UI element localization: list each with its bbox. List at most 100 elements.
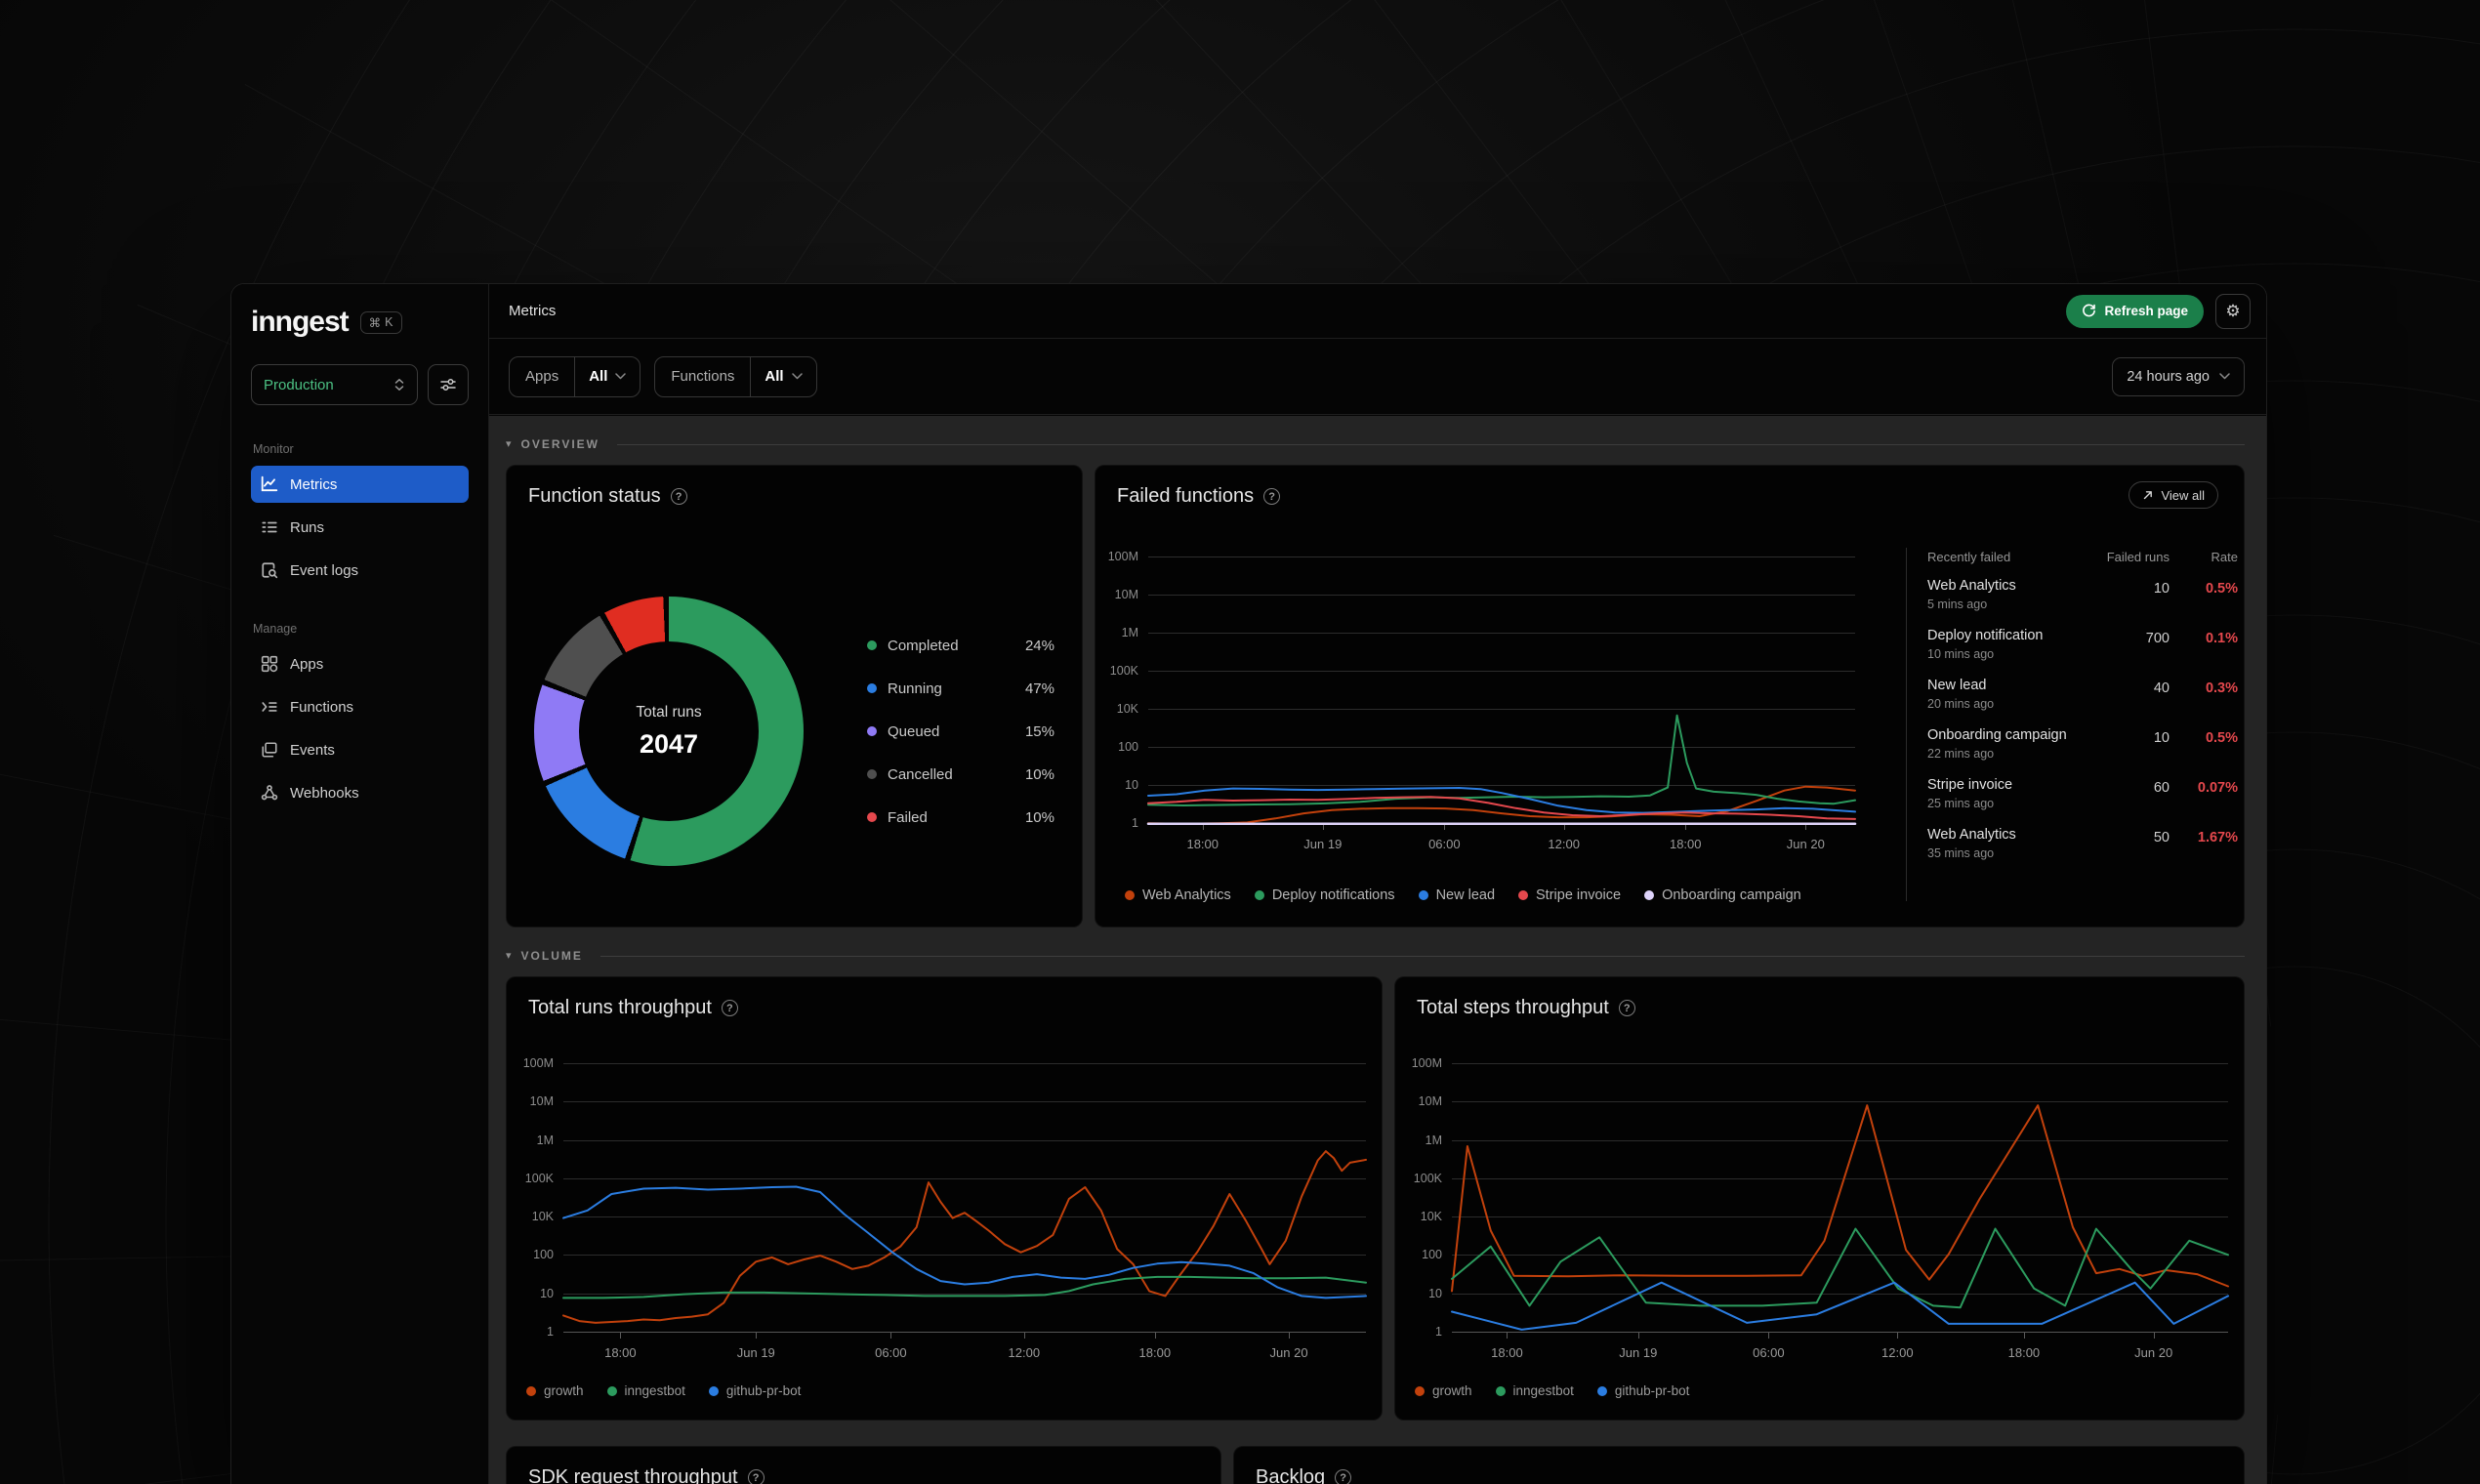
legend-label: Onboarding campaign xyxy=(1662,887,1801,903)
y-axis-label: 100K xyxy=(1109,664,1138,678)
help-icon[interactable]: ? xyxy=(1263,488,1281,505)
cancelled-dot xyxy=(867,769,877,779)
x-axis-label: 18:00 xyxy=(1186,837,1219,851)
help-icon[interactable]: ? xyxy=(670,488,687,505)
legend-item-github-pr-bot[interactable]: github-pr-bot xyxy=(1596,1383,1690,1398)
help-icon[interactable]: ? xyxy=(721,1000,738,1016)
series-growth xyxy=(1451,1104,2229,1293)
x-axis-label: 18:00 xyxy=(604,1345,637,1360)
nav-section-monitor: Monitor xyxy=(253,442,294,456)
table-row[interactable]: Deploy notification 10 mins ago 700 0.1% xyxy=(1927,628,2238,661)
apps-grid-icon xyxy=(261,655,278,673)
sidebar-item-label: Metrics xyxy=(290,475,338,493)
section-rule xyxy=(617,443,2245,445)
y-axis-label: 10 xyxy=(1428,1287,1442,1300)
up-down-chevrons-icon xyxy=(394,379,404,391)
external-arrow-icon xyxy=(2144,491,2153,500)
y-axis-label: 100M xyxy=(1107,550,1138,563)
card-title: SDK request throughput xyxy=(528,1466,738,1484)
legend-item-Onboarding campaign[interactable]: Onboarding campaign xyxy=(1644,887,1801,903)
x-axis-label: 18:00 xyxy=(1491,1345,1523,1360)
sidebar-item-metrics[interactable]: Metrics xyxy=(251,466,469,503)
failed-functions-chart[interactable]: 100M 10M 1M 100K 10K 100 10 1 18:00 Jun 19 06:00 12… xyxy=(1108,550,1857,851)
command-k-shortcut[interactable]: ⌘ K xyxy=(359,310,402,334)
x-axis-tick xyxy=(620,1333,622,1339)
table-row[interactable]: Stripe invoice 25 mins ago 60 0.07% xyxy=(1927,777,2238,810)
legend-item-Stripe invoice[interactable]: Stripe invoice xyxy=(1518,887,1621,903)
function-status-card: Function status ? Total runs 2047 Comple… xyxy=(506,465,1083,928)
y-axis-label: 100M xyxy=(522,1056,554,1070)
legend-item-growth[interactable]: growth xyxy=(526,1383,584,1398)
refresh-icon xyxy=(2083,304,2096,317)
functions-filter-value: All xyxy=(765,368,784,385)
view-all-button[interactable]: View all xyxy=(2129,481,2218,509)
x-axis-label: Jun 20 xyxy=(1269,1345,1308,1360)
completed-dot xyxy=(867,640,877,650)
sidebar-item-webhooks[interactable]: Webhooks xyxy=(251,774,469,811)
help-icon[interactable]: ? xyxy=(747,1469,765,1484)
sidebar-item-runs[interactable]: Runs xyxy=(251,509,469,546)
sidebar-item-events[interactable]: Events xyxy=(251,731,469,768)
table-row[interactable]: Web Analytics 35 mins ago 50 1.67% xyxy=(1927,827,2238,860)
sidebar-item-functions[interactable]: Functions xyxy=(251,688,469,725)
failed-dot xyxy=(867,812,877,822)
apps-filter-value: All xyxy=(589,368,608,385)
sidebar-item-event-logs[interactable]: Event logs xyxy=(251,552,469,589)
table-row[interactable]: New lead 20 mins ago 40 0.3% xyxy=(1927,678,2238,711)
legend-label: github-pr-bot xyxy=(1614,1383,1690,1398)
workspace-select[interactable]: Production xyxy=(251,364,418,405)
y-axis-label: 100K xyxy=(1413,1172,1442,1185)
section-title: VOLUME xyxy=(520,949,583,963)
apps-filter[interactable]: Apps All xyxy=(509,355,641,397)
x-axis-label: Jun 20 xyxy=(1786,837,1825,851)
legend-item-Deploy notifications[interactable]: Deploy notifications xyxy=(1254,887,1395,903)
time-range-select[interactable]: 24 hours ago xyxy=(2112,356,2245,396)
card-title: Backlog xyxy=(1256,1466,1326,1484)
settings-button[interactable]: ⚙ xyxy=(2215,293,2251,329)
legend-item-Web Analytics[interactable]: Web Analytics xyxy=(1125,887,1231,903)
failed-functions-card: Failed functions ? View all 100M 10M 1M 100… xyxy=(1095,465,2245,928)
legend-item-inngestbot[interactable]: inngestbot xyxy=(1495,1383,1574,1398)
table-row[interactable]: Onboarding campaign 22 mins ago 10 0.5% xyxy=(1927,727,2238,761)
running-dot xyxy=(867,683,877,693)
sdk-request-throughput-card: SDK request throughput ? xyxy=(506,1446,1221,1484)
legend-label: Stripe invoice xyxy=(1536,887,1622,903)
legend-item-github-pr-bot[interactable]: github-pr-bot xyxy=(708,1383,801,1398)
help-icon[interactable]: ? xyxy=(1618,1000,1635,1016)
total-steps-chart[interactable]: 100M 10M 1M 100K 10K 100 10 1 18:00 Jun 19 06:00 12… xyxy=(1412,1056,2229,1360)
collapse-chevron-icon[interactable]: ▾ xyxy=(506,950,512,962)
y-axis-label: 10K xyxy=(1420,1210,1442,1223)
legend-item-inngestbot[interactable]: inngestbot xyxy=(606,1383,685,1398)
functions-filter[interactable]: Functions All xyxy=(654,355,817,397)
x-axis-tick xyxy=(1289,1333,1291,1339)
legend-dot xyxy=(1495,1385,1506,1396)
x-axis-tick xyxy=(1637,1333,1639,1339)
sidebar-item-apps[interactable]: Apps xyxy=(251,645,469,682)
x-axis-label: 12:00 xyxy=(1548,837,1580,851)
help-icon[interactable]: ? xyxy=(1335,1469,1352,1484)
legend-item-New lead[interactable]: New lead xyxy=(1418,887,1495,903)
line-chart-icon xyxy=(261,475,278,492)
series-inngestbot xyxy=(562,1275,1367,1299)
collapse-chevron-icon[interactable]: ▾ xyxy=(506,438,512,450)
legend-label: Deploy notifications xyxy=(1271,887,1395,903)
y-axis-label: 100K xyxy=(524,1172,554,1185)
legend-dot xyxy=(1254,890,1264,900)
webhook-icon xyxy=(261,785,278,801)
workspace-value: Production xyxy=(264,376,334,393)
sliders-icon xyxy=(440,379,456,391)
legend-label: inngestbot xyxy=(1512,1383,1574,1398)
refresh-page-button[interactable]: Refresh page xyxy=(2066,294,2204,328)
total_steps-series-svg xyxy=(1451,1104,2229,1331)
x-axis-label: 18:00 xyxy=(1669,837,1702,851)
legend-item-growth[interactable]: growth xyxy=(1415,1383,1472,1398)
function-status-legend: Completed 24% Running 47% Queued 15% Can… xyxy=(867,634,1054,848)
total-runs-chart[interactable]: 100M 10M 1M 100K 10K 100 10 1 18:00 Jun 19 06:00 12… xyxy=(523,1056,1367,1360)
section-rule xyxy=(599,955,2245,957)
table-row[interactable]: Web Analytics 5 mins ago 10 0.5% xyxy=(1927,578,2238,611)
series-github-pr-bot xyxy=(562,1185,1367,1299)
gear-icon: ⚙ xyxy=(2225,301,2241,320)
backlog-card: Backlog ? xyxy=(1233,1446,2245,1484)
y-axis-label: 10 xyxy=(540,1287,554,1300)
env-filter-button[interactable] xyxy=(428,364,469,405)
